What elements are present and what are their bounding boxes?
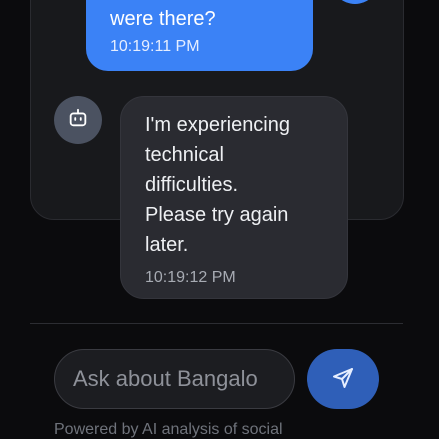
footer-note: Powered by AI analysis of social: [54, 421, 283, 438]
bot-message-bubble: I'm experiencing technical difficulties.…: [120, 96, 348, 299]
bot-message-time: 10:19:12 PM: [145, 269, 236, 286]
user-message-time: 10:19:11 PM: [110, 38, 200, 55]
input-divider: [30, 323, 403, 324]
send-icon: [331, 366, 355, 393]
user-message-text: were there?: [110, 8, 216, 30]
robot-icon: [67, 107, 89, 134]
bot-message-line: technical: [145, 144, 224, 166]
bot-avatar: [54, 96, 102, 144]
chat-input[interactable]: [54, 349, 295, 409]
user-message-bubble: were there? 10:19:11 PM: [86, 0, 313, 71]
bot-message-text: I'm experiencing technical difficulties.…: [145, 110, 323, 260]
bot-message-line: difficulties.: [145, 174, 239, 196]
bot-message-line: later.: [145, 234, 189, 256]
bot-message-line: I'm experiencing: [145, 114, 290, 136]
send-button[interactable]: [307, 349, 379, 409]
bot-message-line: Please try again: [145, 204, 289, 226]
